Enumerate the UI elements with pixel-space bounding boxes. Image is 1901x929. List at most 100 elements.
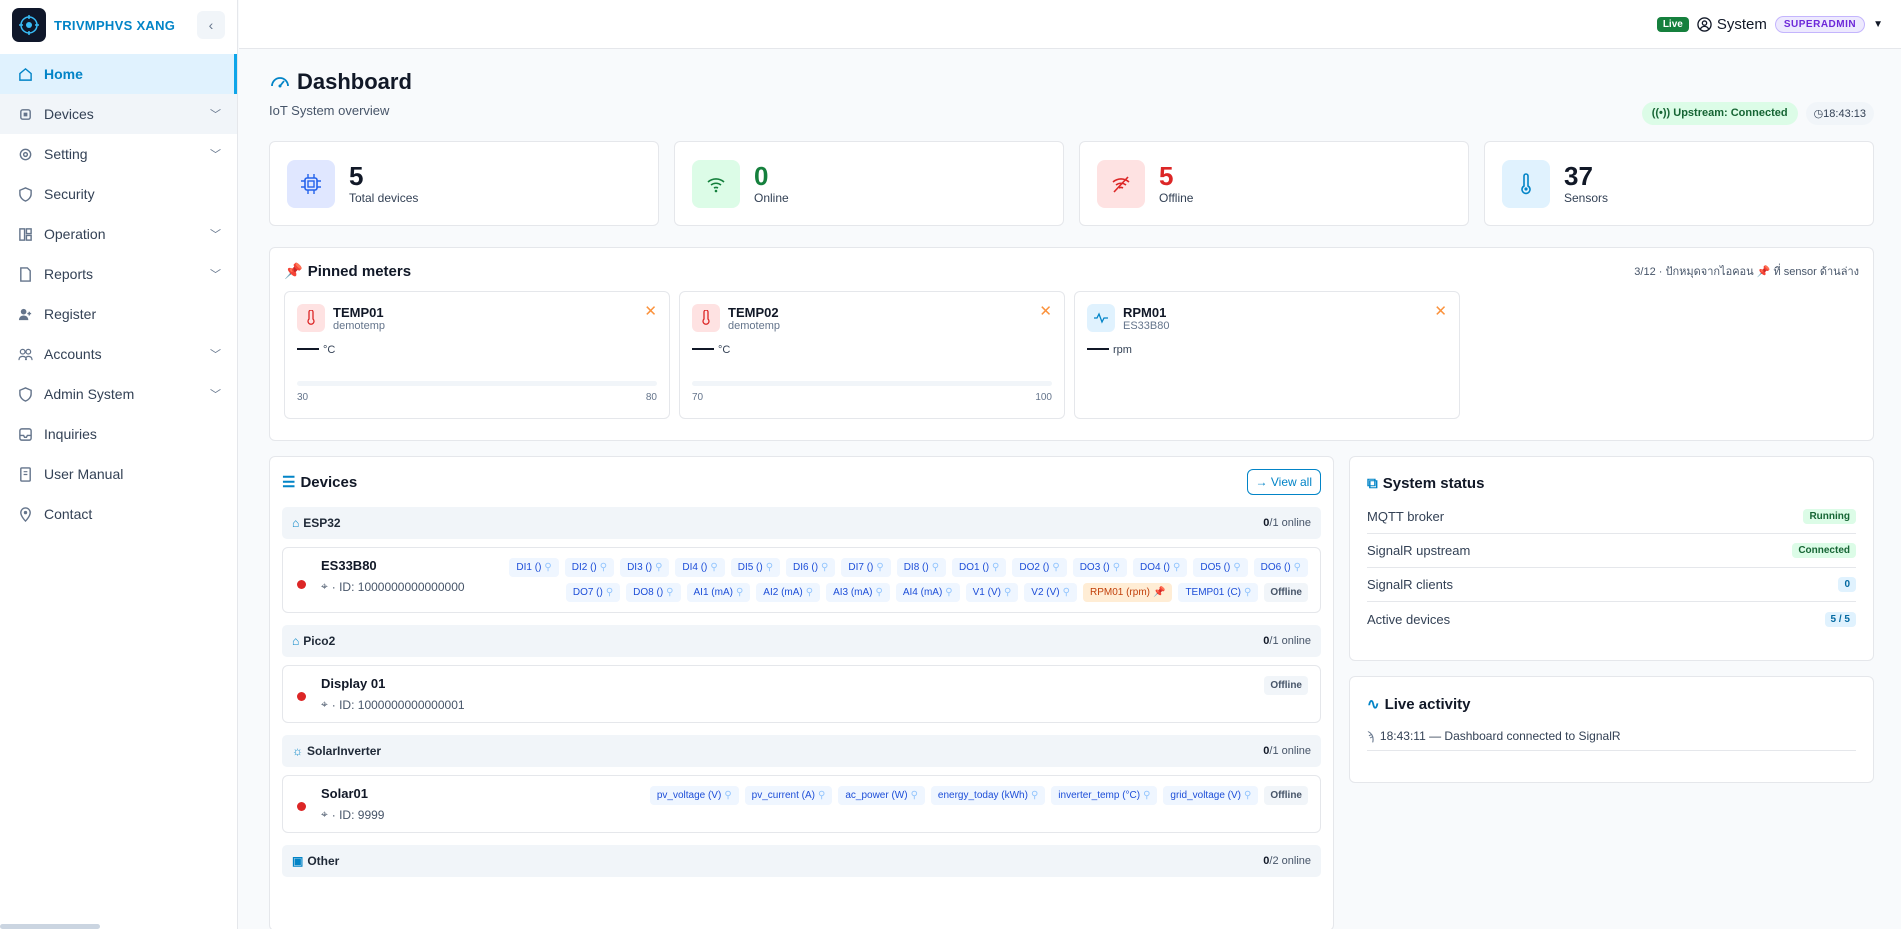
pin-icon[interactable]: ⚲ bbox=[666, 587, 673, 598]
sidebar-item-accounts[interactable]: Accounts ﹀ bbox=[0, 334, 237, 374]
stat-total-devices[interactable]: 5 Total devices bbox=[269, 141, 659, 226]
sidebar-item-register[interactable]: Register bbox=[0, 294, 237, 334]
sensor-tag[interactable]: DI6 () ⚲ bbox=[786, 558, 836, 577]
unpin-close-icon[interactable]: ✕ bbox=[644, 302, 657, 320]
device-row[interactable]: Solar01 ⌖ · ID: 9999 pv_voltage (V) ⚲ pv_cu… bbox=[282, 775, 1321, 833]
sensor-tag[interactable]: DI3 () ⚲ bbox=[620, 558, 670, 577]
sensor-tag[interactable]: AI3 (mA) ⚲ bbox=[826, 583, 890, 602]
sensor-tag[interactable]: DI7 () ⚲ bbox=[841, 558, 891, 577]
pin-icon[interactable]: ⚲ bbox=[1244, 587, 1251, 598]
sidebar-item-inquiries[interactable]: Inquiries bbox=[0, 414, 237, 454]
sensor-tag[interactable]: DI4 () ⚲ bbox=[675, 558, 725, 577]
sidebar-item-home[interactable]: Home bbox=[0, 54, 237, 94]
pin-icon[interactable]: 📌 bbox=[1153, 587, 1165, 598]
stat-offline[interactable]: 5 Offline bbox=[1079, 141, 1469, 226]
group-header-solarinverter[interactable]: ☼ SolarInverter 0/1 online bbox=[282, 735, 1321, 767]
sidebar-item-devices[interactable]: Devices ﹀ bbox=[0, 94, 237, 134]
stat-sensors[interactable]: 37 Sensors bbox=[1484, 141, 1874, 226]
pin-icon[interactable]: ⚲ bbox=[1173, 562, 1180, 573]
group-header-pico2[interactable]: ⌂ Pico2 0/1 online bbox=[282, 625, 1321, 657]
sensor-tag[interactable]: DO3 () ⚲ bbox=[1072, 558, 1128, 577]
sidebar-item-reports[interactable]: Reports ﹀ bbox=[0, 254, 237, 294]
home-icon bbox=[16, 65, 34, 83]
sensor-tag[interactable]: V1 (V) ⚲ bbox=[965, 583, 1019, 602]
sensor-tag[interactable]: V2 (V) ⚲ bbox=[1024, 583, 1077, 602]
thermometer-icon bbox=[692, 304, 720, 332]
pin-icon[interactable]: ⚲ bbox=[1233, 562, 1240, 573]
sidebar-item-user-manual[interactable]: User Manual bbox=[0, 454, 237, 494]
sensor-tag[interactable]: pv_voltage (V) ⚲ bbox=[649, 786, 739, 805]
pin-icon[interactable]: ⚲ bbox=[1294, 562, 1301, 573]
sidebar-item-contact[interactable]: Contact bbox=[0, 494, 237, 534]
sensor-tag[interactable]: DI8 () ⚲ bbox=[896, 558, 947, 577]
pin-icon[interactable]: ⚲ bbox=[1113, 562, 1120, 573]
sensor-tag[interactable]: inverter_temp (°C) ⚲ bbox=[1051, 786, 1158, 805]
sidebar-scrollbar[interactable] bbox=[0, 924, 100, 929]
pin-icon[interactable]: ⚲ bbox=[806, 587, 813, 598]
pin-icon[interactable]: ⚲ bbox=[606, 587, 613, 598]
pin-icon[interactable]: ⚲ bbox=[724, 790, 731, 801]
clock-badge: ◷18:43:13 bbox=[1805, 102, 1874, 125]
pin-icon[interactable]: ⚲ bbox=[1004, 587, 1011, 598]
sensor-tag[interactable]: DO2 () ⚲ bbox=[1012, 558, 1067, 577]
sensor-tag[interactable]: RPM01 (rpm) 📌 bbox=[1082, 583, 1173, 602]
sidebar-item-security[interactable]: Security bbox=[0, 174, 237, 214]
pin-icon[interactable]: ⚲ bbox=[932, 562, 939, 573]
brand-logo[interactable] bbox=[12, 8, 46, 42]
group-header-other[interactable]: ▣ Other 0/2 online bbox=[282, 845, 1321, 877]
sidebar-item-admin-system[interactable]: Admin System ﹀ bbox=[0, 374, 237, 414]
sensor-tag-label: inverter_temp (°C) bbox=[1058, 790, 1141, 801]
sensor-tag[interactable]: AI4 (mA) ⚲ bbox=[895, 583, 960, 602]
pin-icon[interactable]: ⚲ bbox=[876, 587, 883, 598]
unpin-close-icon[interactable]: ✕ bbox=[1039, 302, 1052, 320]
meter-card[interactable]: RPM01 ES33B80 ✕ rpm bbox=[1074, 291, 1460, 419]
pin-icon[interactable]: ⚲ bbox=[1143, 790, 1150, 801]
sensor-tag[interactable]: DO4 () ⚲ bbox=[1133, 558, 1188, 577]
pin-icon[interactable]: ⚲ bbox=[1063, 587, 1070, 598]
sensor-tag[interactable]: AI1 (mA) ⚲ bbox=[686, 583, 751, 602]
sensor-tag[interactable]: grid_voltage (V) ⚲ bbox=[1163, 786, 1259, 805]
sidebar-item-operation[interactable]: Operation ﹀ bbox=[0, 214, 237, 254]
pin-icon[interactable]: ⚲ bbox=[600, 562, 607, 573]
sensor-tag[interactable]: DI5 () ⚲ bbox=[730, 558, 781, 577]
pin-icon[interactable]: ⚲ bbox=[710, 562, 717, 573]
device-row[interactable]: Display 01 ⌖ · ID: 1000000000000001 Offli… bbox=[282, 665, 1321, 723]
sensor-tag[interactable]: DI2 () ⚲ bbox=[564, 558, 615, 577]
unpin-close-icon[interactable]: ✕ bbox=[1434, 302, 1447, 320]
user-menu[interactable]: System bbox=[1697, 16, 1767, 33]
pin-icon[interactable]: ⚲ bbox=[992, 562, 999, 573]
pin-icon[interactable]: ⚲ bbox=[818, 790, 825, 801]
sensor-tag[interactable]: pv_current (A) ⚲ bbox=[744, 786, 833, 805]
view-all-button[interactable]: → View all bbox=[1246, 469, 1321, 495]
pin-icon[interactable]: ⚲ bbox=[911, 790, 918, 801]
pin-icon[interactable]: ⚲ bbox=[655, 562, 662, 573]
sensor-tag[interactable]: AI2 (mA) ⚲ bbox=[756, 583, 821, 602]
pin-icon[interactable]: ⚲ bbox=[821, 562, 828, 573]
sensor-tag[interactable]: ac_power (W) ⚲ bbox=[838, 786, 925, 805]
sensor-tag[interactable]: energy_today (kWh) ⚲ bbox=[930, 786, 1046, 805]
device-row[interactable]: ES33B80 ⌖ · ID: 1000000000000000 DI1 () ⚲ D… bbox=[282, 547, 1321, 613]
gear-icon bbox=[16, 145, 34, 163]
sensor-tag[interactable]: DO6 () ⚲ bbox=[1253, 558, 1308, 577]
pin-icon[interactable]: ⚲ bbox=[945, 587, 952, 598]
sensor-tag[interactable]: DO5 () ⚲ bbox=[1193, 558, 1248, 577]
sidebar-item-setting[interactable]: Setting ﹀ bbox=[0, 134, 237, 174]
pin-icon[interactable]: ⚲ bbox=[736, 587, 743, 598]
pin-icon[interactable]: ⚲ bbox=[1244, 790, 1251, 801]
pin-icon[interactable]: ⚲ bbox=[544, 562, 551, 573]
sensor-tag[interactable]: DO1 () ⚲ bbox=[952, 558, 1007, 577]
collapse-sidebar-button[interactable]: ‹ bbox=[197, 11, 225, 39]
caret-down-icon[interactable]: ▼ bbox=[1873, 19, 1883, 30]
meter-card[interactable]: TEMP01 demotemp ✕ °C 30 80 bbox=[284, 291, 670, 419]
pin-icon[interactable]: ⚲ bbox=[876, 562, 883, 573]
meter-card[interactable]: TEMP02 demotemp ✕ °C 70 100 bbox=[679, 291, 1065, 419]
sensor-tag[interactable]: TEMP01 (C) ⚲ bbox=[1178, 583, 1259, 602]
stat-online[interactable]: 0 Online bbox=[674, 141, 1064, 226]
pin-icon[interactable]: ⚲ bbox=[766, 562, 773, 573]
sensor-tag[interactable]: DI1 () ⚲ bbox=[509, 558, 559, 577]
sensor-tag[interactable]: DO7 () ⚲ bbox=[565, 583, 621, 602]
sensor-tag[interactable]: DO8 () ⚲ bbox=[626, 583, 681, 602]
pin-icon[interactable]: ⚲ bbox=[1052, 562, 1059, 573]
pin-icon[interactable]: ⚲ bbox=[1031, 790, 1038, 801]
group-header-esp32[interactable]: ⌂ ESP32 0/1 online bbox=[282, 507, 1321, 539]
